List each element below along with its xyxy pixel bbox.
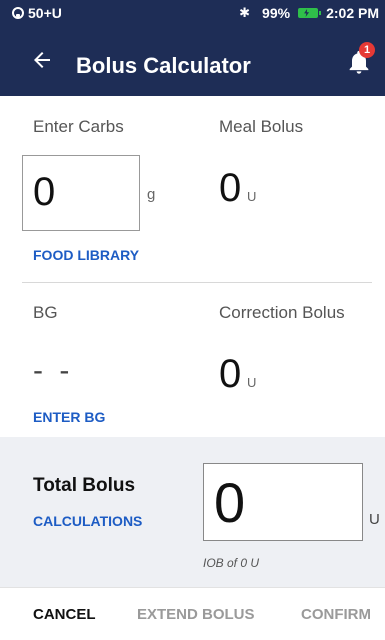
carbs-input[interactable]: 0	[22, 155, 140, 231]
pod-label: 50+U	[28, 5, 62, 21]
arrow-left-icon	[34, 52, 50, 68]
correction-bolus-unit: U	[247, 375, 257, 390]
divider	[22, 282, 372, 283]
extend-bolus-button[interactable]: EXTEND BOLUS	[137, 606, 255, 623]
clock: 2:02 PM	[326, 5, 379, 21]
total-bolus-unit: U	[369, 511, 380, 528]
action-bar: CANCEL EXTEND BOLUS CONFIRM	[0, 587, 385, 640]
notification-badge: 1	[359, 42, 375, 58]
bluetooth-icon: ✱	[239, 5, 251, 20]
meal-bolus-label: Meal Bolus	[219, 117, 304, 136]
enter-carbs-label: Enter Carbs	[33, 117, 124, 136]
total-bolus-label: Total Bolus	[33, 475, 136, 496]
meal-bolus-value: 0	[219, 166, 242, 210]
correction-bolus-value: 0	[219, 352, 242, 396]
correction-bolus-label: Correction Bolus	[219, 303, 345, 322]
bg-label: BG	[33, 303, 58, 322]
status-right: ✱ 99% 2:02 PM	[239, 5, 379, 21]
iob-text: IOB of 0 U	[203, 556, 260, 570]
status-bar: 50+U ✱ 99% 2:02 PM	[0, 0, 385, 26]
cancel-button[interactable]: CANCEL	[33, 606, 96, 623]
battery-charging-icon	[298, 8, 322, 18]
total-bolus-section: Total Bolus CALCULATIONS 0 U IOB of 0 U	[0, 437, 385, 587]
total-bolus-input[interactable]: 0	[203, 463, 363, 541]
pod-icon	[12, 7, 24, 19]
meal-bolus-unit: U	[247, 189, 257, 204]
carbs-value: 0	[33, 170, 56, 214]
page-title: Bolus Calculator	[76, 53, 251, 78]
food-library-link[interactable]: FOOD LIBRARY	[33, 247, 139, 263]
confirm-button[interactable]: CONFIRM	[301, 606, 371, 623]
status-left: 50+U	[12, 5, 62, 21]
app-bar: Bolus Calculator 1	[0, 26, 385, 96]
carbs-unit: g	[147, 186, 156, 203]
battery-percent: 99%	[262, 5, 291, 21]
calculations-link[interactable]: CALCULATIONS	[33, 513, 142, 529]
bg-value: - -	[33, 354, 74, 387]
enter-bg-link[interactable]: ENTER BG	[33, 409, 105, 425]
total-bolus-value: 0	[214, 471, 246, 534]
notifications-button[interactable]: 1	[343, 42, 377, 78]
back-button[interactable]	[30, 48, 54, 72]
